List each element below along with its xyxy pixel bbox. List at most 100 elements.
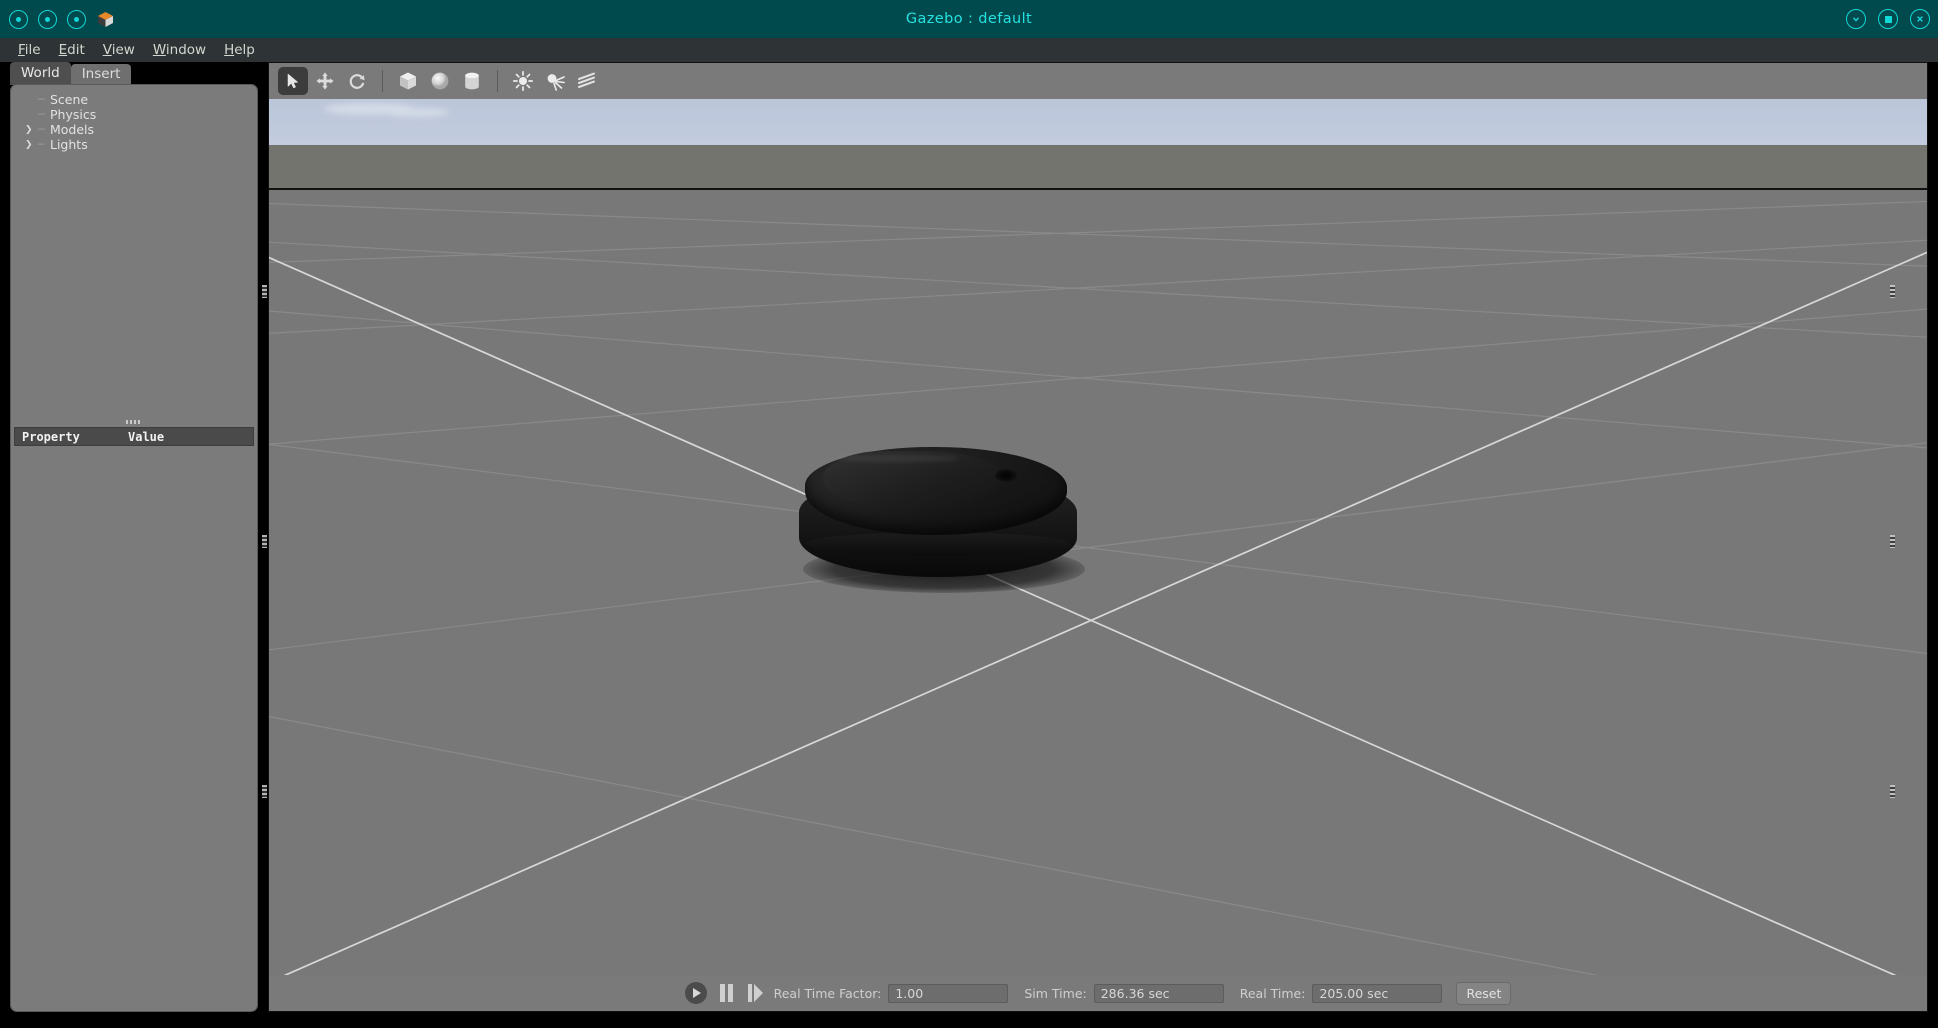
real-time-factor-value: 1.00 <box>888 984 1008 1003</box>
insert-sphere-button[interactable] <box>425 67 455 95</box>
translate-tool-button[interactable] <box>310 67 340 95</box>
model-button <box>995 469 1017 482</box>
menu-file[interactable]: File <box>9 42 50 58</box>
menu-window-rest: indow <box>166 42 206 58</box>
simulation-status-bar: Real Time Factor: 1.00 Sim Time: 286.36 … <box>269 975 1927 1011</box>
pause-icon <box>720 984 725 1002</box>
rotate-tool-button[interactable] <box>342 67 372 95</box>
step-icon <box>754 984 763 1002</box>
cylinder-icon <box>461 70 483 92</box>
tab-world[interactable]: World <box>10 62 71 85</box>
real-time-factor-label: Real Time Factor: <box>774 986 882 1001</box>
directional-light-icon <box>575 70 599 92</box>
title-bar: Gazebo : default <box>0 0 1938 38</box>
menu-view-mnemonic: V <box>103 42 112 58</box>
column-header-value: Value <box>128 430 164 444</box>
render-area: Real Time Factor: 1.00 Sim Time: 286.36 … <box>268 62 1928 1012</box>
menu-edit-rest: dit <box>67 42 85 58</box>
sim-time-label: Sim Time: <box>1024 986 1086 1001</box>
tree-branch-icon: ─ <box>38 123 50 136</box>
menu-help-rest: elp <box>234 42 255 58</box>
right-splitter-grip[interactable] <box>1890 285 1895 298</box>
chevron-right-icon[interactable]: ❯ <box>25 140 38 150</box>
model-highlight <box>839 455 959 462</box>
window-controls <box>1846 0 1930 38</box>
menu-help-mnemonic: H <box>224 42 234 58</box>
right-splitter-grip[interactable] <box>1890 535 1895 548</box>
distant-ground-band <box>269 145 1927 188</box>
ground-grid <box>269 190 1927 975</box>
reset-button[interactable]: Reset <box>1456 982 1511 1005</box>
tree-branch-icon: ─ <box>38 108 50 121</box>
status-dot-icon <box>38 10 57 29</box>
tree-item-lights[interactable]: ❯ ─ Lights <box>25 137 257 152</box>
pause-icon <box>728 984 733 1002</box>
3d-viewport[interactable] <box>269 99 1927 975</box>
model-bumper-band <box>805 533 1071 555</box>
step-bar-icon <box>748 984 752 1002</box>
cloud-shape <box>389 108 449 117</box>
left-splitter-grip[interactable] <box>262 785 267 798</box>
tree-branch-icon: ─ <box>38 138 50 151</box>
box-icon <box>397 70 419 92</box>
close-button[interactable] <box>1910 9 1930 29</box>
menu-window-mnemonic: W <box>153 42 166 58</box>
maximize-button[interactable] <box>1878 9 1898 29</box>
left-dock: World Insert ─ Scene ─ Physics ❯ ─ Mod <box>10 62 258 1012</box>
insert-directional-light-button[interactable] <box>572 67 602 95</box>
insert-cylinder-button[interactable] <box>457 67 487 95</box>
pause-button[interactable] <box>720 984 733 1002</box>
real-time-label: Real Time: <box>1240 986 1306 1001</box>
tab-insert[interactable]: Insert <box>71 64 132 85</box>
move-arrows-icon <box>315 71 335 91</box>
insert-box-button[interactable] <box>393 67 423 95</box>
chevron-right-icon[interactable]: ❯ <box>25 125 38 135</box>
menu-view[interactable]: View <box>94 42 144 58</box>
tree-item-models[interactable]: ❯ ─ Models <box>25 122 257 137</box>
menu-bar: File Edit View Window Help <box>0 38 1938 62</box>
play-icon <box>693 988 701 998</box>
menu-help[interactable]: Help <box>215 42 264 58</box>
ground-plane <box>269 190 1927 975</box>
menu-view-rest: iew <box>112 42 135 58</box>
menu-edit-mnemonic: E <box>59 42 68 58</box>
status-dot-icon <box>67 10 86 29</box>
menu-window[interactable]: Window <box>144 42 215 58</box>
tree-item-physics[interactable]: ─ Physics <box>25 107 257 122</box>
robot-vacuum-model[interactable] <box>799 447 1089 597</box>
title-bar-left-icons <box>0 10 115 29</box>
menu-edit[interactable]: Edit <box>50 42 94 58</box>
select-tool-button[interactable] <box>278 67 308 95</box>
insert-spot-light-button[interactable] <box>540 67 570 95</box>
insert-point-light-button[interactable] <box>508 67 538 95</box>
menu-file-mnemonic: F <box>18 42 25 58</box>
left-splitter-grip[interactable] <box>262 285 267 298</box>
menu-file-rest: ile <box>25 42 41 58</box>
right-splitter-grip[interactable] <box>1890 785 1895 798</box>
sky-background <box>269 99 1927 145</box>
tree-item-label: Scene <box>50 92 88 107</box>
tree-branch-icon: ─ <box>38 93 50 106</box>
property-table-body[interactable] <box>14 446 254 1008</box>
tree-item-label: Lights <box>50 137 88 152</box>
window-title: Gazebo : default <box>0 11 1938 27</box>
tree-item-label: Models <box>50 122 94 137</box>
play-button[interactable] <box>685 982 707 1004</box>
column-header-property: Property <box>15 430 128 444</box>
minimize-button[interactable] <box>1846 9 1866 29</box>
gazebo-window: Gazebo : default File Edit View Window H… <box>0 0 1938 1028</box>
sim-time-value: 286.36 sec <box>1094 984 1224 1003</box>
tree-item-scene[interactable]: ─ Scene <box>25 92 257 107</box>
real-time-value: 205.00 sec <box>1312 984 1442 1003</box>
splitter-grip <box>126 420 142 424</box>
scene-toolbar <box>269 63 1927 99</box>
left-splitter-grip[interactable] <box>262 535 267 548</box>
property-table-header: Property Value <box>14 427 254 446</box>
step-button[interactable] <box>748 984 763 1002</box>
status-dot-icon <box>9 10 28 29</box>
tree-item-label: Physics <box>50 107 96 122</box>
cursor-arrow-icon <box>284 72 302 90</box>
panel-tabs: World Insert <box>10 62 131 85</box>
point-light-icon <box>512 70 534 92</box>
sphere-icon <box>429 70 451 92</box>
